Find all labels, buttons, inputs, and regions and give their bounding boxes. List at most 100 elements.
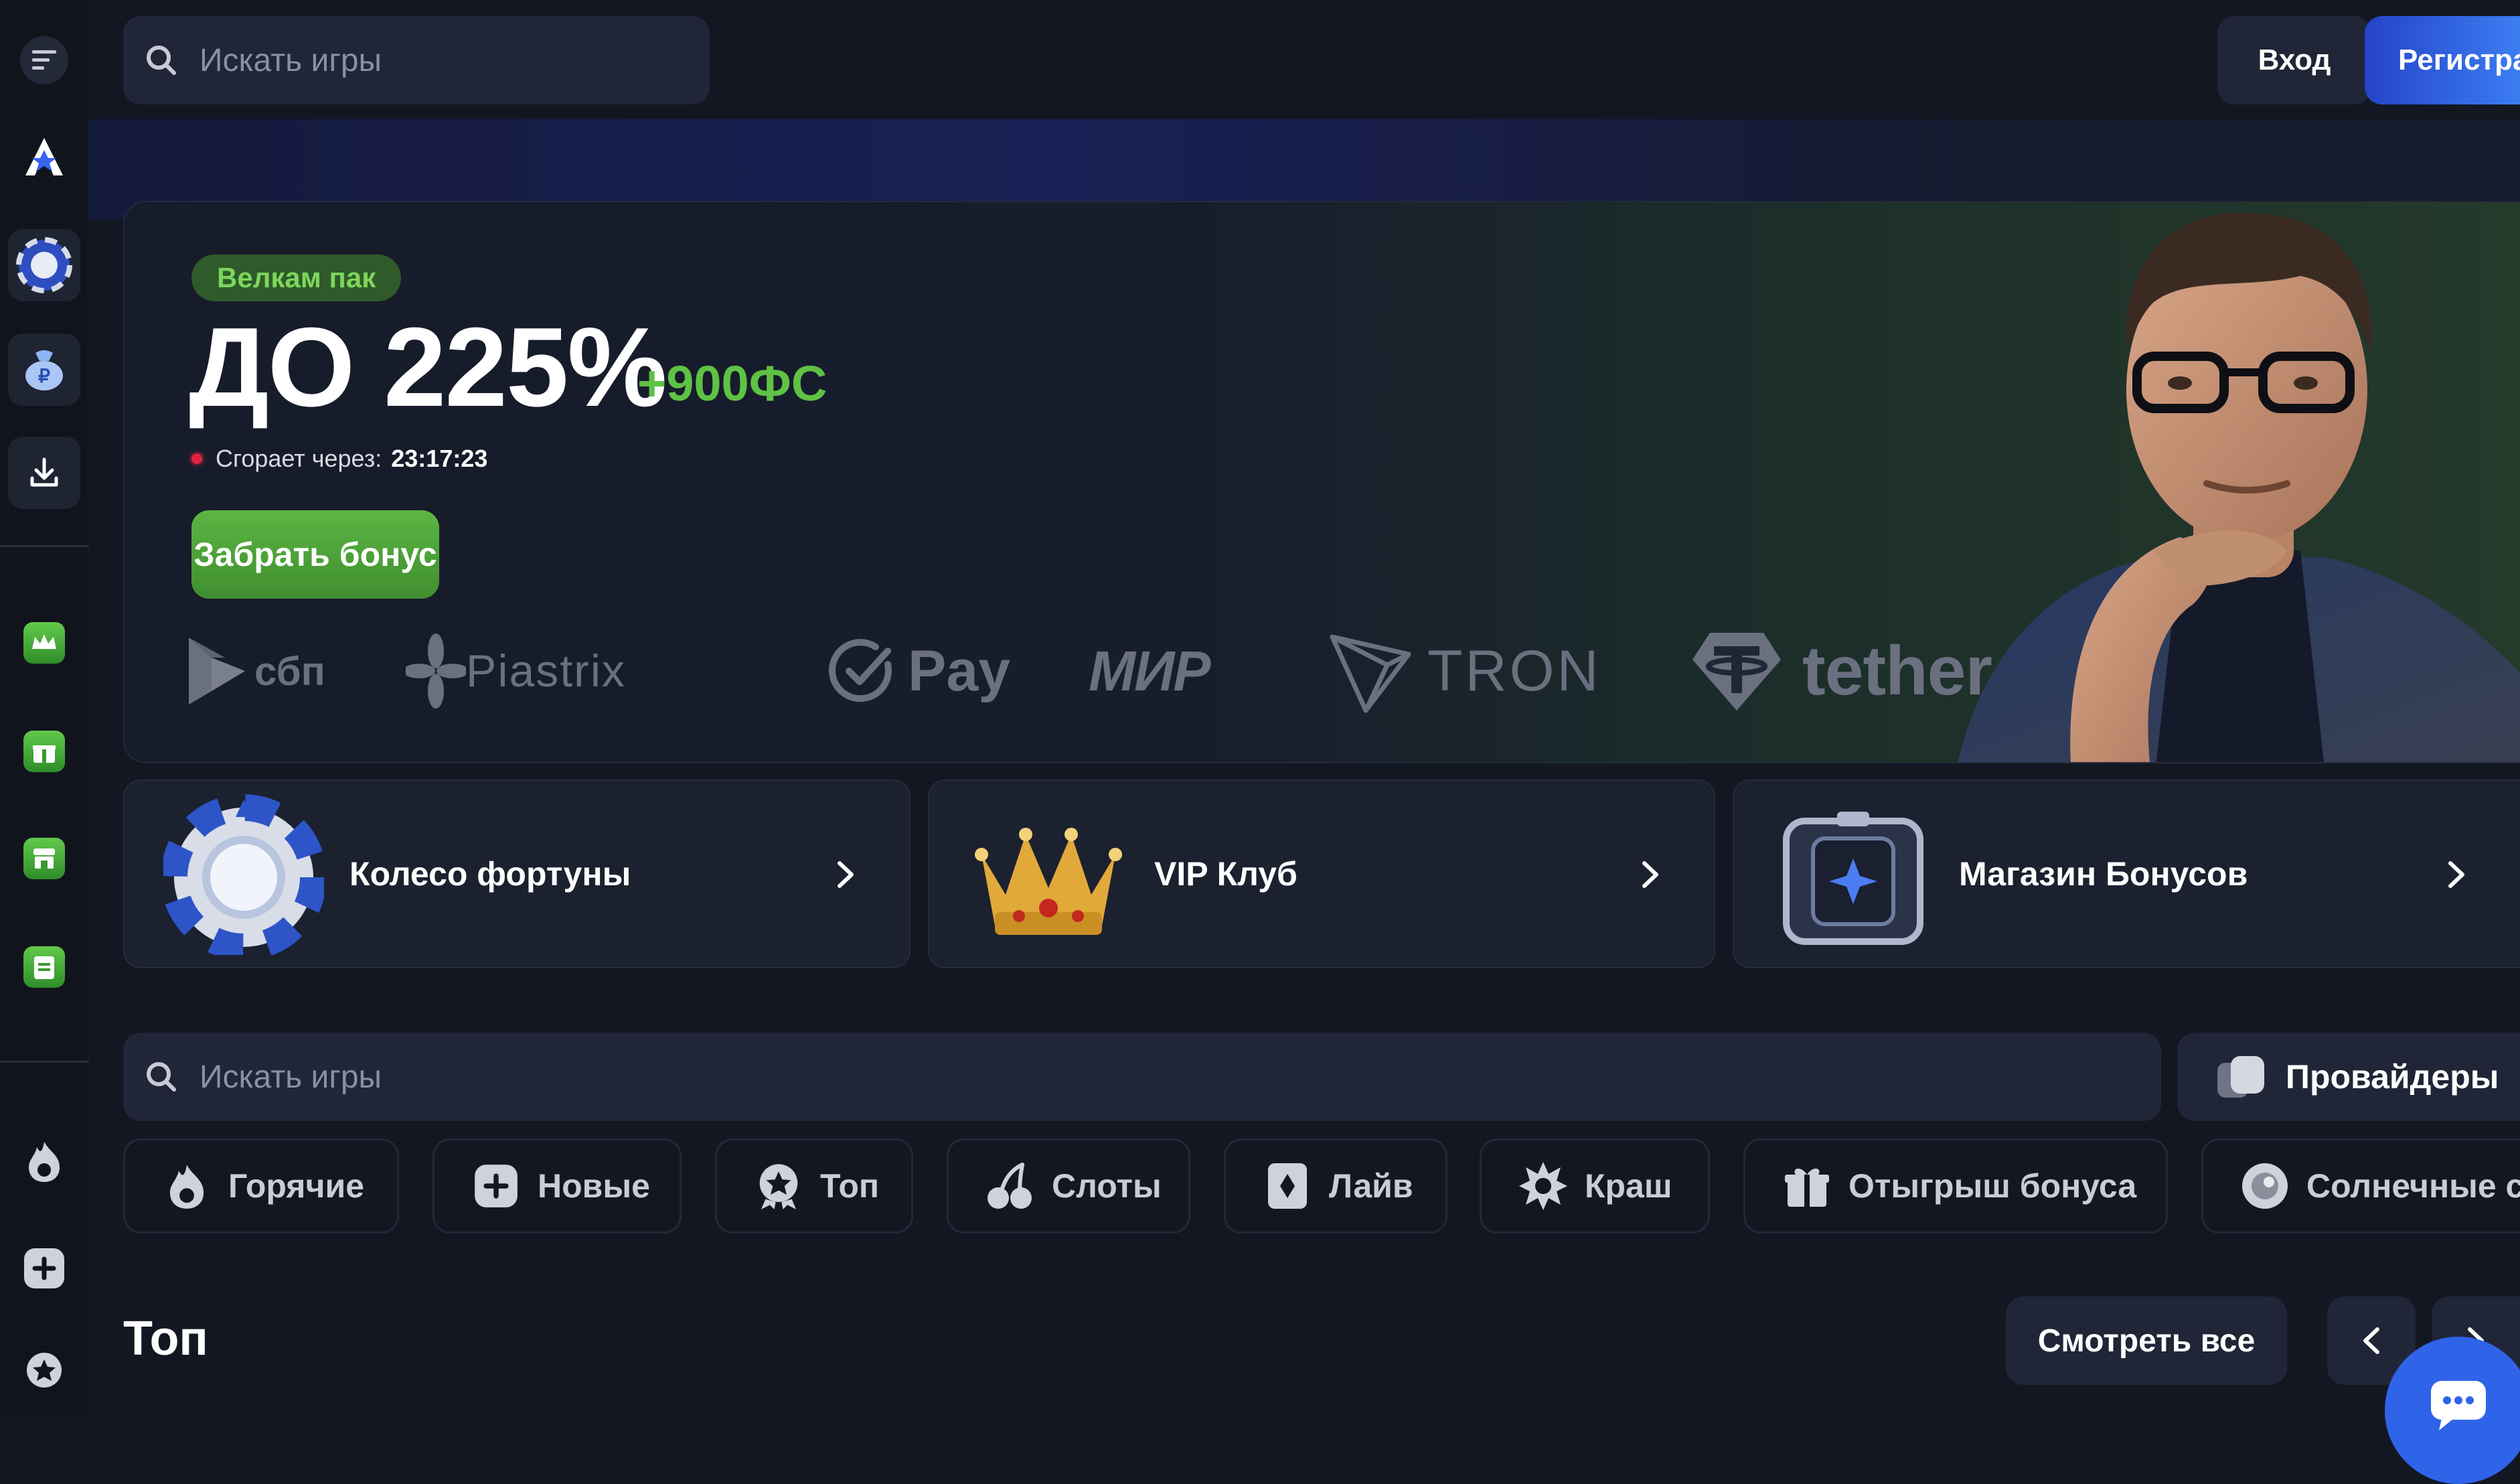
sidebar: ₽ xyxy=(0,0,88,1418)
vip-crown-icon xyxy=(23,622,65,664)
piastrix-icon xyxy=(406,634,466,709)
game-search-input[interactable]: Искать игры xyxy=(123,1033,2161,1121)
shop-icon xyxy=(23,838,65,879)
sidebar-item-tasks[interactable] xyxy=(8,931,80,1003)
sidebar-item-top[interactable] xyxy=(8,1337,80,1409)
promo-label: VIP Клуб xyxy=(1154,855,1297,893)
fortune-wheel-icon xyxy=(163,794,324,955)
timer-label: Сгорает через: xyxy=(216,445,382,472)
search-icon xyxy=(147,1062,176,1092)
fire-icon xyxy=(29,1142,60,1182)
category-top[interactable]: Топ xyxy=(715,1138,913,1234)
promo-card-bonus-shop[interactable]: Магазин Бонусов xyxy=(1733,780,2520,968)
sbp-text: сбп xyxy=(254,648,325,694)
chevron-left-icon xyxy=(2363,1327,2379,1354)
download-button[interactable] xyxy=(8,437,80,509)
search-placeholder: Искать игры xyxy=(200,42,382,78)
sidebar-item-gifts[interactable] xyxy=(8,715,80,788)
tether-icon xyxy=(1692,633,1781,711)
star-badge-icon xyxy=(27,1353,62,1388)
providers-label: Провайдеры xyxy=(2286,1058,2499,1096)
category-label: Лайв xyxy=(1329,1167,1413,1205)
category-live[interactable]: Лайв xyxy=(1224,1138,1447,1234)
category-label: Топ xyxy=(820,1167,880,1205)
piastrix-logo: Piastrix xyxy=(406,617,626,725)
tron-text: TRON xyxy=(1427,638,1601,703)
free-spins-label: +900ФС xyxy=(637,356,828,411)
category-slots[interactable]: Слоты xyxy=(947,1138,1190,1234)
mir-text: МИР xyxy=(1089,639,1210,702)
sidebar-divider xyxy=(0,545,88,547)
category-label: Отыгрыш бонуса xyxy=(1848,1167,2137,1205)
support-chat-button[interactable] xyxy=(2385,1337,2520,1484)
plus-icon xyxy=(24,1248,64,1288)
fortune-wheel-icon xyxy=(16,237,72,293)
category-bonus-wagering[interactable]: Отыгрыш бонуса xyxy=(1743,1138,2168,1234)
explosion-icon xyxy=(1518,1161,1569,1211)
sbp-icon xyxy=(189,638,245,704)
bonus-case-icon xyxy=(1783,812,1923,945)
login-button[interactable]: Вход xyxy=(2217,16,2371,104)
live-dot-icon xyxy=(191,453,202,464)
tron-logo: TRON xyxy=(1327,617,1601,725)
money-bag-icon: ₽ xyxy=(25,350,63,390)
promo-card-fortune-wheel[interactable]: Колесо фортуны xyxy=(123,780,911,968)
sidebar-item-new[interactable] xyxy=(8,1232,80,1305)
category-label: Новые xyxy=(538,1167,650,1205)
logo-button[interactable] xyxy=(8,121,80,193)
sun-icon xyxy=(2239,1161,2290,1211)
cherries-icon xyxy=(985,1161,1036,1211)
search-placeholder: Искать игры xyxy=(200,1059,382,1095)
menu-icon xyxy=(20,36,68,84)
check-circle-icon xyxy=(829,639,892,702)
sidebar-item-shop[interactable] xyxy=(8,822,80,895)
svg-text:₽: ₽ xyxy=(38,366,50,386)
category-crash[interactable]: Краш xyxy=(1480,1138,1710,1234)
search-icon xyxy=(147,46,176,75)
promo-label: Колесо фортуны xyxy=(349,855,631,893)
gift-icon xyxy=(1782,1161,1832,1211)
sidebar-divider xyxy=(0,1061,88,1063)
logo-icon xyxy=(25,138,63,175)
providers-icon xyxy=(2217,1056,2264,1098)
piastrix-text: Piastrix xyxy=(466,646,626,696)
plus-icon xyxy=(471,1161,522,1211)
promo-man-image xyxy=(1958,212,2520,762)
pay-text: Pay xyxy=(908,638,1011,703)
topbar: Искать игры Вход Регистрация xyxy=(88,0,2520,119)
category-hot[interactable]: Горячие xyxy=(123,1138,399,1234)
providers-button[interactable]: Провайдеры xyxy=(2177,1033,2520,1121)
tasks-icon xyxy=(23,946,65,988)
mir-logo: МИР xyxy=(1089,617,1210,725)
vip-crown-icon xyxy=(975,828,1122,935)
star-badge-icon xyxy=(753,1161,804,1211)
promo-label: Магазин Бонусов xyxy=(1959,855,2248,893)
timer-value: 23:17:23 xyxy=(391,445,488,472)
welcome-badge: Велкам пак xyxy=(191,254,402,301)
card-icon xyxy=(1262,1161,1313,1211)
claim-bonus-button[interactable]: Забрать бонус xyxy=(191,510,439,599)
menu-button[interactable] xyxy=(8,24,80,96)
fire-icon xyxy=(161,1161,212,1211)
expiry-timer: Сгорает через: 23:17:23 xyxy=(191,445,487,473)
pay-logo: Pay xyxy=(829,617,1010,725)
welcome-bonus-banner[interactable]: Велкам пак ДО 225% +900ФС Сгорает через:… xyxy=(123,201,2520,763)
category-new[interactable]: Новые xyxy=(432,1138,682,1234)
download-icon xyxy=(30,457,58,487)
gift-icon xyxy=(23,731,65,772)
sidebar-item-vip[interactable] xyxy=(8,607,80,679)
category-label: Слоты xyxy=(1052,1167,1162,1205)
chat-bubble-icon xyxy=(2431,1381,2486,1430)
header-search-input[interactable]: Искать игры xyxy=(123,16,710,104)
fortune-wheel-link[interactable] xyxy=(8,229,80,301)
sbp-logo: сбп xyxy=(185,617,325,725)
promo-card-vip-club[interactable]: VIP Клуб xyxy=(928,780,1715,968)
payment-logos: сбп Piastrix Pay МИР TRON tether xyxy=(185,617,2059,725)
sidebar-item-hot[interactable] xyxy=(8,1125,80,1197)
tron-icon xyxy=(1330,634,1411,713)
category-label: Краш xyxy=(1585,1167,1672,1205)
register-button[interactable]: Регистрация xyxy=(2365,16,2520,104)
money-bag-link[interactable]: ₽ xyxy=(8,333,80,406)
category-sunny[interactable]: Солнечные с xyxy=(2201,1138,2520,1234)
view-all-button[interactable]: Смотреть все xyxy=(2006,1296,2287,1385)
